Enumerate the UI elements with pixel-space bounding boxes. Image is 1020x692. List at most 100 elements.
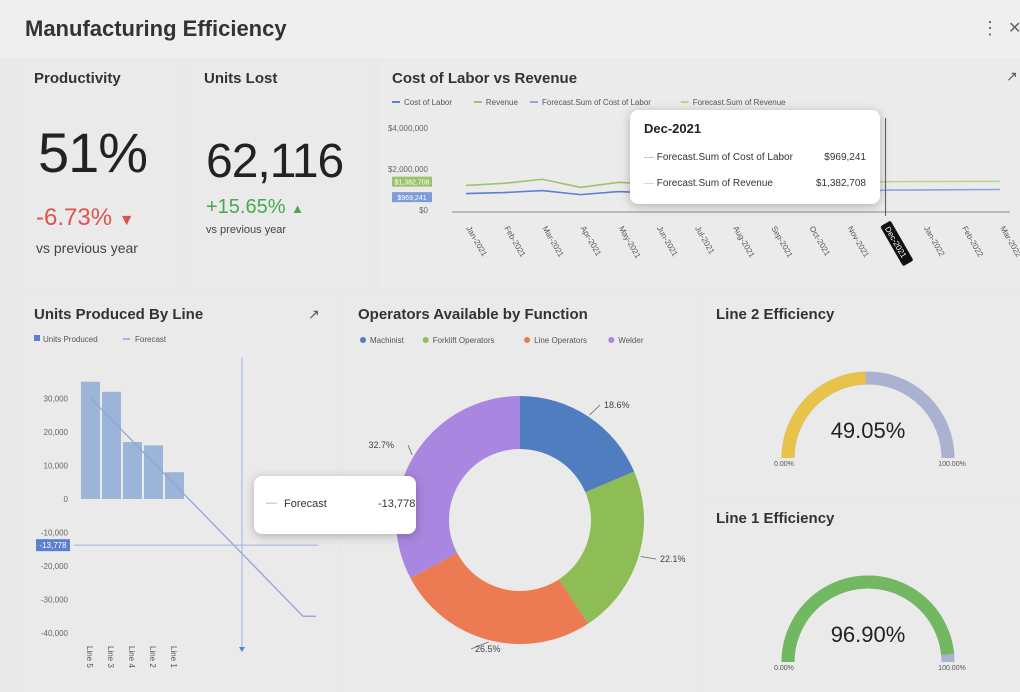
- x-tick-label: Jan-2021: [464, 225, 489, 259]
- y-tick-label: $0: [419, 206, 428, 215]
- legend-label: Welder: [618, 336, 644, 345]
- productivity-value: 51%: [38, 121, 148, 184]
- y-tick-label: 20,000: [44, 428, 69, 437]
- productivity-compare: vs previous year: [36, 240, 138, 256]
- line2-gauge: 49.05% 0.00% 100.00%: [774, 371, 966, 468]
- dashboard-title: Manufacturing Efficiency: [25, 16, 287, 41]
- donut-slice: [520, 396, 635, 493]
- y-highlight-label: $1,382,708: [394, 180, 429, 187]
- legend-label: Line Operators: [534, 336, 587, 345]
- x-tick-label: Line 5: [85, 646, 94, 668]
- legend-label: Units Produced: [43, 335, 98, 344]
- slice-label: 22.1%: [660, 554, 686, 564]
- bar: [81, 381, 100, 499]
- y-tick-label: -30,000: [41, 596, 69, 605]
- legend-label: Machinist: [370, 336, 405, 345]
- label-leader: [407, 444, 413, 456]
- units-lost-change: +15.65% ▲: [206, 196, 304, 219]
- units-lost-change-text: +15.65%: [206, 196, 286, 218]
- x-tick-label: Oct-2021: [808, 225, 833, 258]
- x-tick-label: Feb-2022: [960, 225, 985, 260]
- legend-swatch: [524, 337, 531, 343]
- units-lost-card[interactable]: Units Lost 62,116 +15.65% ▲ vs previous …: [186, 58, 372, 290]
- y-tick-label: 0: [64, 495, 69, 504]
- units-lost-value: 62,116: [206, 135, 344, 188]
- tooltip-value: $1,382,708: [815, 178, 866, 189]
- tooltip-row-revenue: — Forecast.Sum of Revenue $1,382,708: [644, 178, 866, 189]
- gauge-value: 96.90%: [831, 622, 906, 647]
- x-tick-label: Sep-2021: [769, 225, 794, 260]
- x-tick-label: May-2021: [617, 225, 643, 261]
- tooltip-value: -13,778: [378, 498, 416, 510]
- bar: [123, 442, 142, 499]
- x-tick-highlight: Dec-2021: [880, 221, 913, 266]
- legend-label: Revenue: [486, 98, 519, 107]
- line1-gauge: 96.90% 0.00% 100.00%: [774, 575, 966, 672]
- arrow-up-icon: ▲: [291, 201, 304, 216]
- line1-efficiency-card[interactable]: Line 1 Efficiency 96.90% 0.00% 100.00%: [700, 500, 1020, 692]
- x-tick-label: Aug-2021: [731, 225, 756, 260]
- x-tick-label: Apr-2021: [579, 225, 604, 258]
- bar: [102, 391, 121, 499]
- legend-swatch: [360, 337, 366, 343]
- x-tick-label: Jan-2022: [922, 225, 947, 259]
- donut-slice: [410, 553, 589, 644]
- productivity-change-text: -6.73%: [36, 204, 113, 231]
- tooltip-label: Forecast: [284, 498, 327, 510]
- productivity-card[interactable]: Productivity 51% -6.73% ▼ vs previous ye…: [18, 58, 182, 290]
- y-highlight-label: $969,241: [397, 195, 426, 202]
- tooltip-value: $969,241: [824, 152, 866, 163]
- legend-swatch: [422, 337, 429, 343]
- x-tick-label: Line 2: [148, 646, 157, 668]
- labor-tooltip: Dec-2021 — Forecast.Sum of Cost of Labor…: [630, 110, 880, 204]
- legend-line-icon: —: [644, 178, 654, 189]
- arrow-down-icon: ▼: [118, 212, 135, 229]
- legend-swatch: [608, 337, 615, 343]
- x-tick-label: Jul-2021: [693, 225, 716, 257]
- legend-label: Forecast.Sum of Revenue: [693, 98, 786, 107]
- productivity-change: -6.73% ▼: [36, 204, 135, 232]
- legend-label: Cost of Labor: [404, 98, 452, 107]
- units-lost-compare: vs previous year: [206, 224, 287, 236]
- tooltip-row-cost: — Forecast.Sum of Cost of Labor $969,241: [644, 152, 866, 163]
- slice-label: 32.7%: [368, 440, 394, 450]
- x-tick-label: Line 3: [106, 646, 115, 668]
- card-title: Units Lost: [204, 70, 278, 87]
- x-tick-label: Jun-2021: [655, 225, 680, 259]
- x-tick-label: Feb-2021: [502, 225, 527, 260]
- slice-label: 18.6%: [604, 400, 630, 410]
- tooltip-label: Forecast.Sum of Cost of Labor: [656, 152, 793, 163]
- slice-label: 26.5%: [475, 644, 501, 654]
- bar: [144, 445, 163, 499]
- gauge-min-label: 0.00%: [774, 665, 794, 672]
- legend-line-icon: —: [644, 152, 654, 163]
- y-tick-label: $4,000,000: [388, 124, 429, 133]
- gauge-max-label: 100.00%: [938, 461, 966, 468]
- close-icon[interactable]: ✕: [1008, 18, 1020, 38]
- y-highlight-label: -13,778: [39, 541, 67, 550]
- gauge-value: 49.05%: [831, 418, 906, 443]
- legend-label: Forecast.Sum of Cost of Labor: [542, 98, 651, 107]
- gauge-min-label: 0.00%: [774, 461, 794, 468]
- legend-swatch: [34, 335, 40, 341]
- card-title: Productivity: [34, 70, 121, 87]
- tooltip-label: Forecast.Sum of Revenue: [656, 178, 773, 189]
- labor-revenue-card[interactable]: Cost of Labor vs Revenue ↗ Cost of Labor…: [378, 58, 1020, 290]
- line2-efficiency-card[interactable]: Line 2 Efficiency 49.05% 0.00% 100.00%: [700, 296, 1020, 496]
- y-tick-label: -20,000: [41, 562, 69, 571]
- y-tick-label: -40,000: [41, 629, 69, 638]
- crosshair-marker: [239, 647, 245, 652]
- y-tick-label: -10,000: [41, 529, 69, 538]
- tooltip-title: Dec-2021: [644, 121, 702, 136]
- gauge-max-label: 100.00%: [938, 665, 966, 672]
- x-tick-label: Mar-2022: [998, 225, 1020, 260]
- forecast-tooltip: — Forecast -13,778: [254, 476, 416, 534]
- x-tick-label: Line 4: [127, 646, 136, 668]
- label-leader: [640, 556, 657, 560]
- legend-line-icon: —: [266, 497, 277, 509]
- more-vertical-icon[interactable]: ⋮: [981, 18, 999, 39]
- x-tick-label: Mar-2021: [541, 225, 566, 260]
- dashboard: Manufacturing Efficiency ⋮ ✕ Productivit…: [0, 0, 1020, 692]
- legend-label: Forecast: [135, 335, 167, 344]
- label-leader: [589, 404, 601, 416]
